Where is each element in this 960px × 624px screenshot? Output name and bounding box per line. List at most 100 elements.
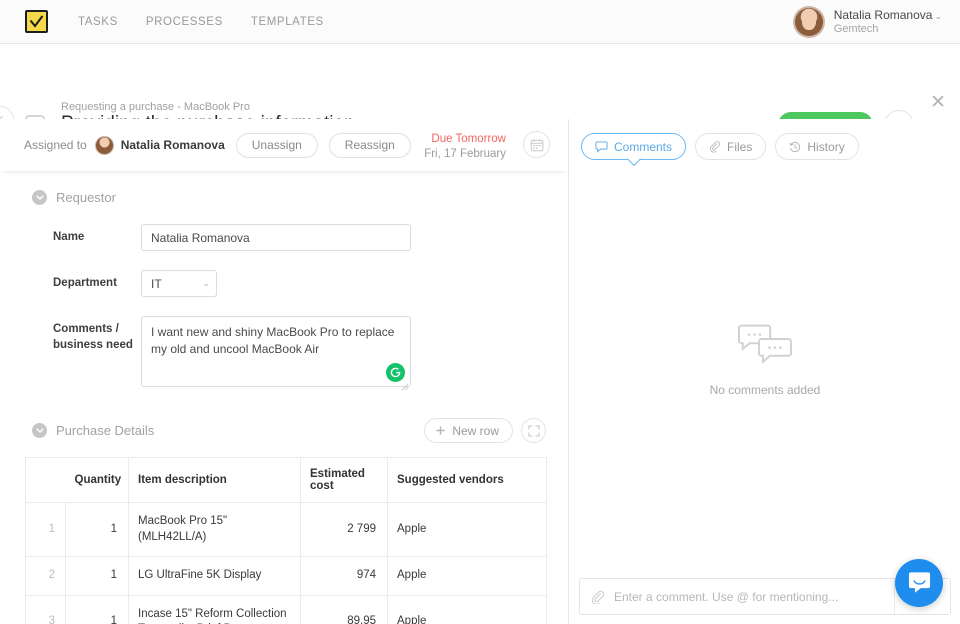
avatar-hair xyxy=(96,137,113,154)
nav-link-processes[interactable]: PROCESSES xyxy=(146,16,223,28)
cell-quantity[interactable]: 1 xyxy=(66,503,129,557)
comments-textarea-wrap xyxy=(141,316,411,392)
tab-comments[interactable]: Comments xyxy=(581,133,686,160)
cell-vendor[interactable]: Apple xyxy=(388,595,547,624)
tab-history-label: History xyxy=(807,140,844,154)
cell-quantity[interactable]: 1 xyxy=(66,595,129,624)
empty-comments-icon xyxy=(736,324,794,364)
grammarly-g-icon xyxy=(390,367,401,378)
avatar-face xyxy=(802,13,816,30)
comments-label: Comments / business need xyxy=(0,316,141,353)
task-header: ⌄ Requesting a purchase - MacBook Pro Pr… xyxy=(0,44,960,119)
history-clock-icon xyxy=(789,141,801,153)
cell-cost[interactable]: 89.95 xyxy=(301,595,388,624)
intercom-launcher-icon[interactable] xyxy=(895,559,943,607)
tab-files[interactable]: Files xyxy=(695,133,766,160)
assignee-avatar xyxy=(95,136,114,155)
name-input[interactable] xyxy=(141,224,411,251)
tab-history[interactable]: History xyxy=(775,133,858,160)
requestor-section-header: Requestor xyxy=(32,190,568,205)
resize-handle-icon[interactable] xyxy=(401,383,409,391)
user-name-row: Natalia Romanova⌄ xyxy=(834,8,942,23)
chevron-down-icon: ⌄ xyxy=(202,278,210,289)
grammarly-icon[interactable] xyxy=(386,363,405,382)
cell-cost[interactable]: 2 799 xyxy=(301,503,388,557)
attach-file-button[interactable] xyxy=(580,590,614,604)
table-body: 1 1 MacBook Pro 15" (MLH42LL/A) 2 799 Ap… xyxy=(26,503,547,624)
new-row-button[interactable]: New row xyxy=(424,418,513,443)
empty-state-message: No comments added xyxy=(569,383,960,397)
user-name: Natalia Romanova xyxy=(834,8,933,22)
expand-table-button[interactable] xyxy=(521,418,546,443)
nav-links: TASKS PROCESSES TEMPLATES xyxy=(78,16,324,28)
table-row[interactable]: 3 1 Incase 15" Reform Collection Tensaer… xyxy=(26,595,547,624)
calendar-icon xyxy=(530,138,544,152)
department-select[interactable]: IT ⌄ xyxy=(141,270,217,297)
assigned-to-label: Assigned to xyxy=(24,138,87,152)
chevron-down-icon xyxy=(36,195,44,200)
app-logo-icon[interactable] xyxy=(25,10,48,33)
nav-link-templates[interactable]: TEMPLATES xyxy=(251,16,324,28)
user-menu[interactable]: Natalia Romanova⌄ Gemtech xyxy=(793,6,942,38)
new-row-label: New row xyxy=(452,424,499,438)
cell-quantity[interactable]: 1 xyxy=(66,557,129,596)
chevron-down-icon xyxy=(36,428,44,433)
close-icon[interactable]: ✕ xyxy=(930,93,946,112)
row-index: 2 xyxy=(26,557,66,596)
department-value: IT xyxy=(151,277,162,291)
purchase-details-actions: New row xyxy=(424,418,546,443)
name-label: Name xyxy=(0,224,141,246)
user-text: Natalia Romanova⌄ Gemtech xyxy=(834,8,942,37)
comment-icon xyxy=(595,141,608,153)
collapse-section-button[interactable] xyxy=(32,190,47,205)
purchase-details-header: Purchase Details New row xyxy=(32,418,546,443)
comment-input[interactable] xyxy=(614,590,894,604)
comments-textarea[interactable] xyxy=(141,316,411,387)
nav-link-tasks[interactable]: TASKS xyxy=(78,16,118,28)
column-estimated-cost: Estimated cost xyxy=(301,458,388,503)
paperclip-icon xyxy=(709,141,721,153)
chat-bubble-icon xyxy=(907,571,932,595)
section-title: Purchase Details xyxy=(56,423,154,438)
row-index: 1 xyxy=(26,503,66,557)
due-status: Due Tomorrow xyxy=(424,132,506,147)
field-row-name: Name xyxy=(0,224,568,251)
task-form-panel: Requestor Name Department IT ⌄ Comments … xyxy=(0,171,568,624)
field-row-comments: Comments / business need xyxy=(0,316,568,392)
calendar-button[interactable] xyxy=(523,131,550,158)
cell-description[interactable]: Incase 15" Reform Collection Tensaerlite… xyxy=(129,595,301,624)
activity-panel: Comments Files History xyxy=(568,119,960,624)
department-label: Department xyxy=(0,270,141,292)
row-index: 3 xyxy=(26,595,66,624)
cell-vendor[interactable]: Apple xyxy=(388,557,547,596)
collapse-section-button[interactable] xyxy=(32,423,47,438)
breadcrumb: Requesting a purchase - MacBook Pro xyxy=(61,101,250,113)
activity-tabs: Comments Files History xyxy=(569,119,960,160)
cell-vendor[interactable]: Apple xyxy=(388,503,547,557)
cell-description[interactable]: MacBook Pro 15" (MLH42LL/A) xyxy=(129,503,301,557)
top-navigation-bar: TASKS PROCESSES TEMPLATES Natalia Romano… xyxy=(0,0,960,44)
user-organization: Gemtech xyxy=(834,23,942,37)
cell-cost[interactable]: 974 xyxy=(301,557,388,596)
expand-icon xyxy=(528,425,540,437)
purchase-details-table: Quantity Item description Estimated cost… xyxy=(25,457,547,624)
reassign-button[interactable]: Reassign xyxy=(329,133,411,158)
user-avatar xyxy=(793,6,825,38)
table-header: Quantity Item description Estimated cost… xyxy=(26,458,547,503)
cell-description[interactable]: LG UltraFine 5K Display xyxy=(129,557,301,596)
plus-icon xyxy=(435,425,446,436)
assignee-name: Natalia Romanova xyxy=(121,138,225,152)
chevron-down-icon[interactable]: ⌄ xyxy=(934,11,942,21)
column-index xyxy=(26,458,66,503)
table-row[interactable]: 2 1 LG UltraFine 5K Display 974 Apple xyxy=(26,557,547,596)
tab-files-label: Files xyxy=(727,140,752,154)
checkmark-icon xyxy=(29,15,44,28)
table-row[interactable]: 1 1 MacBook Pro 15" (MLH42LL/A) 2 799 Ap… xyxy=(26,503,547,557)
field-row-department: Department IT ⌄ xyxy=(0,270,568,297)
tab-comments-label: Comments xyxy=(614,140,672,154)
column-suggested-vendors: Suggested vendors xyxy=(388,458,547,503)
unassign-button[interactable]: Unassign xyxy=(236,133,318,158)
column-item-description: Item description xyxy=(129,458,301,503)
due-date-block: Due Tomorrow Fri, 17 February xyxy=(424,132,506,162)
assignment-bar: Assigned to Natalia Romanova Unassign Re… xyxy=(0,119,568,171)
